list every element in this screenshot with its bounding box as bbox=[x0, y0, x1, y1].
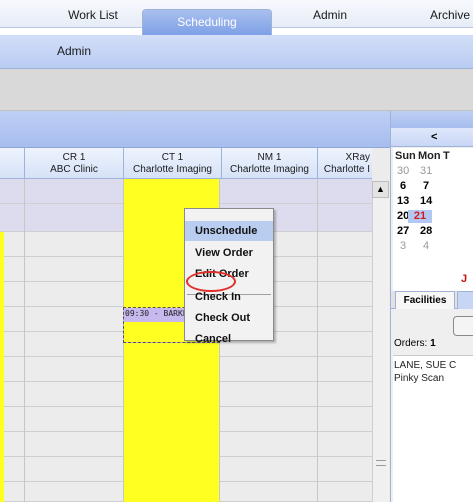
column-divider bbox=[317, 179, 318, 502]
scroll-up-arrow-icon[interactable]: ▲ bbox=[372, 181, 389, 198]
scroll-grip-icon[interactable] bbox=[376, 460, 386, 466]
orders-list: LANE, SUE C Pinky Scan bbox=[393, 355, 473, 502]
tab-facilities[interactable]: Facilities bbox=[395, 291, 455, 309]
column-header-line2: Charlotte Imaging bbox=[230, 164, 309, 175]
tab-admin[interactable]: Admin bbox=[300, 4, 360, 28]
menu-item-check-in[interactable]: Check In bbox=[185, 287, 273, 307]
column-headers: CR 1 ABC Clinic CT 1 Charlotte Imaging N… bbox=[0, 148, 372, 179]
vertical-scrollbar[interactable] bbox=[372, 198, 389, 502]
orders-count-label: Orders: 1 bbox=[394, 338, 436, 349]
available-slot-strip bbox=[0, 232, 4, 502]
facilities-tab-strip: Facilities bbox=[391, 291, 473, 309]
column-header-line1: NM 1 bbox=[257, 152, 282, 163]
calendar-day[interactable]: 31 bbox=[420, 165, 432, 177]
grid-header-band bbox=[0, 111, 390, 148]
calendar-day-headers: Sun Mon T bbox=[393, 150, 473, 163]
tab-scheduling[interactable]: Scheduling bbox=[142, 9, 272, 35]
calendar-day[interactable]: 30 bbox=[397, 165, 409, 177]
column-divider bbox=[24, 179, 25, 502]
calendar-day[interactable]: 4 bbox=[423, 240, 429, 252]
column-header-line1: CT 1 bbox=[161, 152, 184, 163]
context-menu: Unschedule View Order Edit Order Check I… bbox=[184, 208, 274, 345]
calendar-week: 13 14 bbox=[393, 195, 473, 208]
column-header-line1: XRay bbox=[345, 152, 370, 163]
subtab-admin[interactable]: Admin bbox=[57, 44, 91, 58]
calendar-week: 3 4 bbox=[393, 240, 473, 253]
calendar-week: 30 31 bbox=[393, 165, 473, 178]
column-header-xray[interactable]: XRay Charlotte I bbox=[317, 148, 372, 179]
calendar-day[interactable]: 28 bbox=[420, 225, 432, 237]
column-header-nm1[interactable]: NM 1 Charlotte Imaging bbox=[221, 148, 317, 179]
sub-tab-bar: Admin bbox=[0, 35, 473, 69]
column-header-cr1[interactable]: CR 1 ABC Clinic bbox=[24, 148, 123, 179]
calendar-month-label: J bbox=[461, 273, 468, 285]
calendar-day-header: Sun bbox=[395, 150, 416, 162]
main-tab-bar: Work List Scheduling Admin Archive bbox=[0, 0, 473, 35]
column-header-line2: ABC Clinic bbox=[50, 164, 98, 175]
calendar-week: 6 7 bbox=[393, 180, 473, 193]
column-header-line2: Charlotte Imaging bbox=[133, 164, 212, 175]
column-header-ct1[interactable]: CT 1 Charlotte Imaging bbox=[123, 148, 221, 179]
mini-calendar: Sun Mon T 30 31 6 7 13 14 20 21 27 28 3 … bbox=[393, 148, 473, 301]
facilities-action-button[interactable] bbox=[453, 316, 473, 336]
calendar-day[interactable]: 14 bbox=[420, 195, 432, 207]
calendar-day[interactable]: 13 bbox=[397, 195, 409, 207]
menu-item-edit-order[interactable]: Edit Order bbox=[185, 264, 273, 284]
calendar-day-header: T bbox=[443, 150, 450, 162]
calendar-day-header: Mon bbox=[418, 150, 441, 162]
order-patient-name[interactable]: LANE, SUE C bbox=[394, 360, 456, 371]
calendar-prev-button[interactable]: < bbox=[391, 128, 473, 147]
right-panel-header bbox=[391, 111, 473, 128]
menu-item-view-order[interactable]: View Order bbox=[185, 243, 273, 263]
menu-item-cancel[interactable]: Cancel bbox=[185, 329, 273, 349]
order-procedure[interactable]: Pinky Scan bbox=[394, 373, 444, 384]
tab-archive[interactable]: Archive bbox=[410, 4, 473, 28]
orders-count: 1 bbox=[430, 338, 436, 349]
calendar-day-today[interactable]: 21 bbox=[408, 210, 432, 223]
menu-item-check-out[interactable]: Check Out bbox=[185, 308, 273, 328]
calendar-week: 27 28 bbox=[393, 225, 473, 238]
right-side-panel: < Sun Mon T 30 31 6 7 13 14 20 21 27 28 … bbox=[390, 111, 473, 502]
orders-label: Orders: bbox=[394, 338, 428, 349]
tab-work-list[interactable]: Work List bbox=[48, 4, 138, 28]
calendar-day[interactable]: 6 bbox=[400, 180, 406, 192]
calendar-day[interactable]: 3 bbox=[400, 240, 406, 252]
menu-item-unschedule[interactable]: Unschedule bbox=[185, 221, 273, 241]
tab-secondary[interactable] bbox=[457, 291, 473, 309]
calendar-day[interactable]: 27 bbox=[397, 225, 409, 237]
calendar-week: 20 21 bbox=[393, 210, 473, 223]
calendar-day[interactable]: 7 bbox=[423, 180, 429, 192]
column-header-line2: Charlotte I bbox=[323, 164, 370, 175]
toolbar-area bbox=[0, 69, 473, 111]
column-header-line1: CR 1 bbox=[62, 152, 86, 163]
